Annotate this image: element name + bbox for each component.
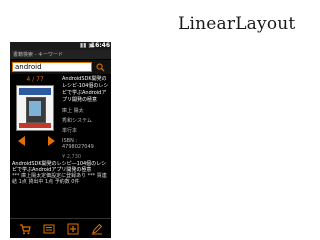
book-publisher: 秀和システム [62,118,92,124]
search-icon[interactable] [96,63,105,72]
cover-phone-screen [29,101,41,116]
book-isbn: ISBN : 4798027049 [62,138,94,150]
book-title: AndroidSDK開発のレシピ-104個のレシピで学ぶAndroidアプリ開発… [62,76,109,103]
cover-footer-band [19,123,51,128]
status-bar: ▮▮ ▣ 16:46 [10,42,111,50]
book-format: 単行本 [62,128,78,134]
app-title: 書籍検索 - キーワード [13,52,63,58]
page-counter: 4 / 77 [26,76,44,83]
edit-icon[interactable] [91,223,103,235]
result-details: AndroidSDK開発のレシピ-104個のレシピで学ぶAndroidアプリ開発… [62,76,110,160]
cover-phone-illustration [26,97,46,123]
pager-arrows [14,136,58,146]
book-cover-image[interactable] [16,85,54,131]
book-author: 庫上 陽太 [62,108,84,114]
bottom-toolbar [10,218,111,238]
add-icon[interactable] [67,223,79,235]
search-bar [10,60,111,74]
book-description: AndroidSDK開発のレシピ―104個のレシピで学ぶAndroidアプリ開発… [12,161,109,185]
slide-title: LinearLayout [178,14,296,34]
cart-icon[interactable] [19,223,31,235]
book-price: ¥ 2,730 [62,154,82,160]
app-title-bar: 書籍検索 - キーワード [10,50,111,59]
phone-screen: ▮▮ ▣ 16:46 書籍検索 - キーワード 4 / 77 AndroidSD… [10,42,111,238]
previous-arrow-icon[interactable] [18,136,25,146]
description-title: AndroidSDK開発のレシピ―104個のレシピで学ぶAndroidアプリ開発… [12,161,107,173]
next-arrow-icon[interactable] [48,136,55,146]
status-time: 16:46 [90,42,110,49]
search-input[interactable] [12,62,92,72]
description-meta: *** 庫上陽太定価設定に登録あり *** 買連結 1点 貸出中 1点 予約数 … [12,173,107,185]
list-icon[interactable] [43,223,55,235]
cover-header-band [19,88,51,95]
